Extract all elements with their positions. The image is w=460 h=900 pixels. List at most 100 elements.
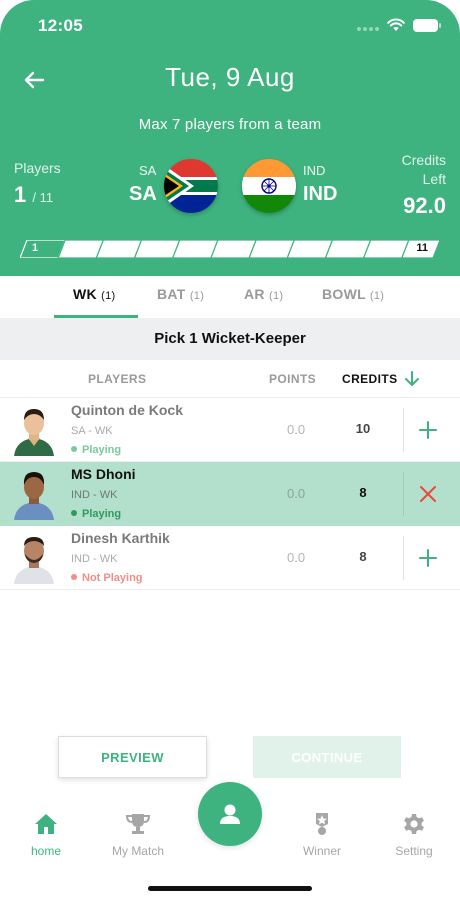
nav-winner-label: Winner: [302, 844, 341, 858]
tab-ar-count: (1): [269, 290, 284, 302]
progress-segment-empty: [210, 240, 257, 258]
plus-icon: [419, 421, 437, 439]
player-avatar: [14, 537, 54, 584]
team-limit-note: Max 7 players from a team: [138, 116, 322, 133]
medal-icon: [316, 813, 328, 835]
player-points: 0.0: [287, 550, 306, 565]
row-divider: [403, 408, 404, 452]
gear-icon: [404, 814, 424, 834]
tab-ar[interactable]: AR (1): [244, 286, 283, 302]
playing-status: Playing: [71, 444, 121, 456]
progress-segment-empty: [95, 240, 143, 258]
tab-ar-label: AR: [244, 286, 265, 302]
preview-button[interactable]: PREVIEW: [58, 736, 207, 778]
players-total: / 11: [32, 190, 54, 205]
player-points: 0.0: [287, 486, 306, 501]
sort-arrow-down-icon[interactable]: [404, 370, 420, 388]
player-name: Quinton de Kock: [71, 402, 183, 418]
team-b-short: IND: [303, 163, 326, 178]
home-icon: [35, 814, 57, 834]
playing-status: Playing: [71, 508, 121, 520]
player-name: MS Dhoni: [71, 466, 136, 482]
nav-winner[interactable]: Winner: [282, 812, 362, 858]
column-players: PLAYERS: [88, 372, 147, 386]
player-row[interactable]: Quinton de Kock SA - WK Playing 0.0 10: [0, 398, 460, 462]
user-icon: [220, 804, 240, 824]
tab-bat[interactable]: BAT (1): [157, 286, 204, 302]
status-dot-icon: [71, 510, 77, 516]
credits-left-label: Credits Left: [376, 151, 446, 189]
status-dot-icon: [71, 574, 77, 580]
nav-my-match[interactable]: My Match: [98, 812, 178, 858]
add-player-button[interactable]: [414, 416, 442, 444]
tab-wk-label: WK: [73, 286, 97, 302]
progress-segment-empty: [172, 240, 219, 258]
player-points: 0.0: [287, 422, 306, 437]
progress-segment-empty: [362, 240, 410, 258]
match-date-title: Tue, 9 Aug: [165, 62, 295, 92]
players-label: Players: [14, 160, 61, 176]
progress-segment-empty: [248, 240, 295, 258]
continue-button[interactable]: CONTINUE: [253, 736, 401, 778]
player-list-header: PLAYERS POINTS CREDITS: [0, 360, 460, 398]
player-avatar: [14, 472, 54, 520]
south-africa-flag-icon: [164, 159, 218, 213]
credits-left-value: 92.0: [403, 193, 446, 218]
tab-wk[interactable]: WK (1): [73, 286, 116, 302]
progress-segment-empty: [324, 240, 372, 258]
remove-player-button[interactable]: [414, 480, 442, 508]
tab-bowl-count: (1): [369, 290, 385, 302]
wifi-icon: [387, 18, 405, 31]
add-player-button[interactable]: [414, 544, 442, 572]
player-name: Dinesh Karthik: [71, 530, 170, 546]
tab-bowl-label: BOWL: [322, 286, 366, 302]
nav-setting-label: Setting: [395, 844, 433, 858]
player-team-role: SA - WK: [71, 425, 113, 437]
row-divider: [403, 536, 404, 580]
nav-my-match-label: My Match: [111, 844, 164, 858]
progress-segment-empty: [133, 240, 181, 258]
progress-segment-empty: [57, 240, 105, 258]
match-header: 12:05 Tue, 9 Aug Max 7 players from a te…: [0, 0, 460, 276]
profile-fab-button[interactable]: [198, 782, 262, 846]
row-divider: [403, 472, 404, 516]
column-credits[interactable]: CREDITS: [342, 372, 397, 386]
player-credits: 8: [359, 485, 367, 500]
playing-status-text: Playing: [82, 508, 122, 520]
player-team-role: IND - WK: [71, 553, 118, 565]
progress-start-label: 1: [32, 242, 39, 254]
player-row[interactable]: Dinesh Karthik IND - WK Not Playing 0.0 …: [0, 526, 460, 590]
player-credits: 8: [359, 549, 367, 564]
nav-home-label: home: [30, 844, 62, 858]
players-selected: 1: [14, 182, 27, 207]
tab-wk-count: (1): [101, 290, 116, 302]
nav-home[interactable]: home: [6, 812, 86, 858]
phone-screen: 12:05 Tue, 9 Aug Max 7 players from a te…: [0, 0, 460, 900]
tab-bat-label: BAT: [157, 286, 186, 302]
tab-bowl[interactable]: BOWL (1): [322, 286, 384, 302]
player-team-role: IND - WK: [71, 489, 118, 501]
status-bar: 12:05: [0, 14, 460, 40]
trophy-icon: [125, 814, 151, 834]
column-points[interactable]: POINTS: [269, 372, 316, 386]
bottom-navigation: home My Match Winner Setting: [0, 782, 460, 900]
role-tabs: WK (1) BAT (1) AR (1) BOWL (1): [0, 276, 460, 318]
playing-status-text: Not Playing: [82, 572, 143, 584]
player-credits: 10: [355, 421, 371, 436]
player-row-selected[interactable]: MS Dhoni IND - WK Playing 0.0 8: [0, 462, 460, 526]
credits-label-line1: Credits: [401, 152, 446, 168]
pick-instruction: Pick 1 Wicket-Keeper: [0, 318, 460, 360]
playing-status-text: Playing: [82, 444, 122, 456]
playing-status: Not Playing: [71, 572, 143, 584]
home-indicator: [148, 886, 312, 891]
team-a-short: SA: [139, 163, 157, 178]
progress-segment-filled: [20, 240, 66, 258]
battery-icon: [413, 18, 441, 32]
nav-setting[interactable]: Setting: [374, 812, 454, 858]
tab-bat-count: (1): [189, 290, 205, 302]
team-a-name: SA: [129, 183, 157, 205]
status-dot-icon: [71, 446, 77, 452]
status-icons: [357, 18, 441, 32]
signal-icon: [357, 19, 379, 31]
selection-progress-bar: 1 11: [20, 240, 440, 258]
